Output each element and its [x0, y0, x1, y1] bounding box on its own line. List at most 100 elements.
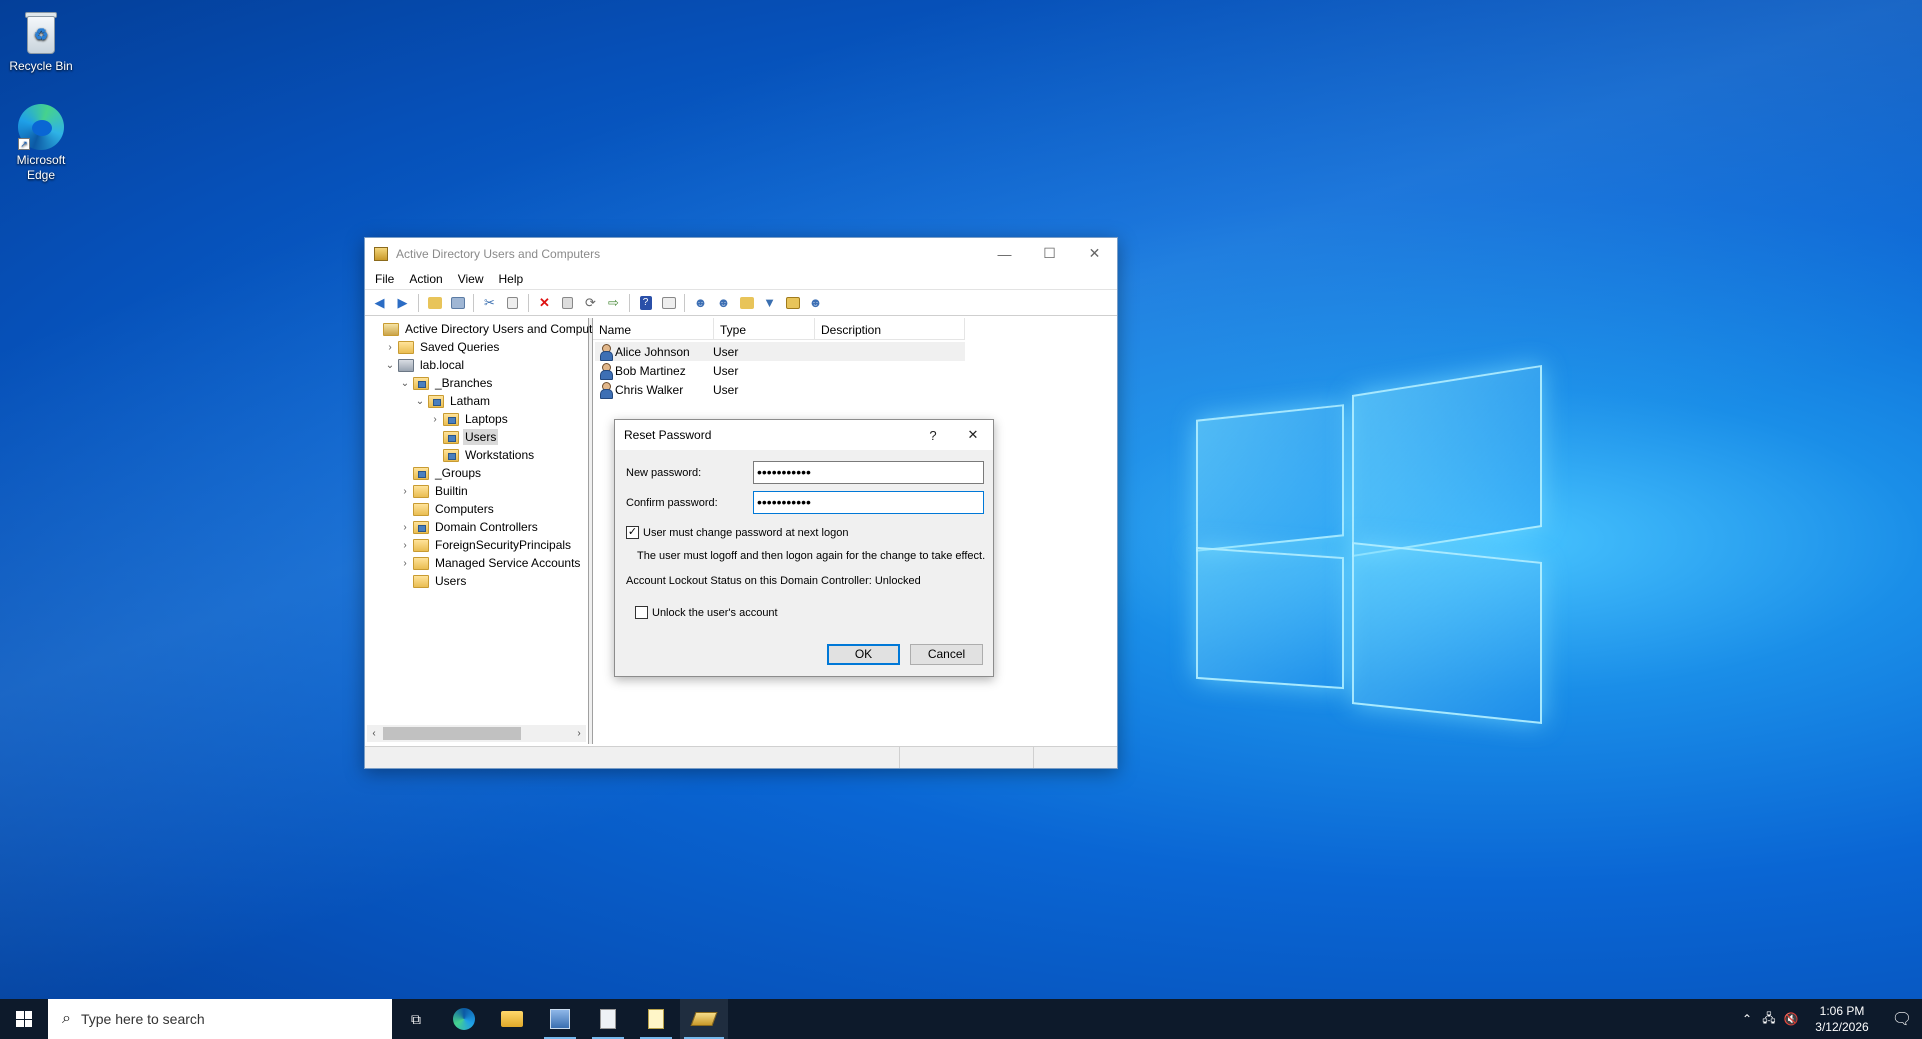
expand-chevron-icon[interactable]: ›	[399, 540, 411, 551]
properties-icon[interactable]	[557, 292, 578, 313]
minimize-button[interactable]: —	[982, 238, 1027, 269]
dialog-close-button[interactable]: ✕	[953, 427, 993, 443]
refresh-icon[interactable]: ⟳	[580, 292, 601, 313]
volume-muted-icon[interactable]: 🔇	[1780, 1012, 1802, 1026]
scroll-left-icon[interactable]: ‹	[367, 728, 381, 739]
must-change-password-checkbox[interactable]: ✓	[626, 526, 639, 539]
tree-item-label: Latham	[450, 394, 491, 408]
taskbar-server-manager[interactable]	[536, 999, 584, 1039]
taskbar-file-explorer[interactable]	[488, 999, 536, 1039]
new-password-field[interactable]: •••••••••••	[753, 461, 984, 484]
scrollbar-thumb[interactable]	[383, 727, 521, 740]
tree-item-label: Builtin	[435, 484, 468, 498]
new-user-icon[interactable]: ☻	[690, 292, 711, 313]
confirm-password-field[interactable]: •••••••••••	[753, 491, 984, 514]
maximize-button[interactable]: ☐	[1027, 238, 1072, 269]
expand-chevron-icon[interactable]: ›	[384, 342, 396, 353]
unlock-account-checkbox[interactable]	[635, 606, 648, 619]
tree-horizontal-scrollbar[interactable]: ‹ ›	[367, 725, 586, 742]
dialog-title: Reset Password	[624, 428, 712, 442]
list-item[interactable]: Bob Martinez User	[595, 361, 965, 380]
collapse-chevron-icon[interactable]: ⌄	[399, 378, 411, 389]
tree-item[interactable]: › Domain Controllers	[399, 518, 540, 536]
taskbar-document[interactable]	[632, 999, 680, 1039]
taskbar-aduc[interactable]	[680, 999, 728, 1039]
column-header-name[interactable]: Name	[593, 318, 714, 340]
tree-item[interactable]: Users	[399, 572, 468, 590]
menu-view[interactable]: View	[452, 272, 493, 286]
system-tray: ⌃ 🖧 🔇 1:06 PM 3/12/2026 🗨	[1736, 999, 1922, 1039]
desktop-icon-recycle-bin[interactable]: ♻ Recycle Bin	[1, 8, 81, 74]
up-folder-icon[interactable]	[424, 292, 445, 313]
column-header-description[interactable]: Description	[815, 318, 965, 340]
help-icon[interactable]: ?	[635, 292, 656, 313]
dialog-titlebar[interactable]: Reset Password ? ✕	[615, 420, 993, 450]
add-to-group-icon[interactable]: ☻	[805, 292, 826, 313]
list-item-name: Alice Johnson	[615, 344, 690, 359]
collapse-chevron-icon[interactable]: ⌄	[414, 396, 426, 407]
tree-item[interactable]: › Managed Service Accounts	[399, 554, 582, 572]
export-list-icon[interactable]: ⇨	[603, 292, 624, 313]
network-icon[interactable]: 🖧	[1758, 1009, 1780, 1030]
menu-file[interactable]: File	[369, 272, 403, 286]
show-hidden-icons-chevron-icon[interactable]: ⌃	[1736, 1012, 1758, 1026]
expand-chevron-icon[interactable]: ›	[399, 522, 411, 533]
unlock-account-row[interactable]: Unlock the user's account	[635, 606, 778, 619]
clock[interactable]: 1:06 PM 3/12/2026	[1802, 1003, 1882, 1035]
filter-icon[interactable]: ▼	[759, 292, 780, 313]
tree-item[interactable]: Users	[429, 428, 499, 446]
tree-item[interactable]: Workstations	[429, 446, 536, 464]
tree-item[interactable]: _Groups	[399, 464, 483, 482]
back-icon[interactable]: ◀	[369, 292, 390, 313]
action-center-icon[interactable]: 🗨	[1882, 1009, 1922, 1029]
task-view-button[interactable]: ⧉	[392, 999, 440, 1039]
list-item-name: Bob Martinez	[615, 363, 686, 378]
document-icon	[648, 1009, 664, 1029]
taskbar-edge[interactable]	[440, 999, 488, 1039]
close-button[interactable]: ✕	[1072, 238, 1117, 269]
must-change-password-row[interactable]: ✓ User must change password at next logo…	[626, 526, 848, 539]
tree-item[interactable]: › Laptops	[429, 410, 510, 428]
delete-icon[interactable]: ✕	[534, 292, 555, 313]
cut-icon[interactable]: ✂	[479, 292, 500, 313]
status-bar	[365, 746, 1117, 768]
expand-chevron-icon[interactable]: ›	[399, 486, 411, 497]
taskbar-notepad[interactable]	[584, 999, 632, 1039]
new-group-icon[interactable]: ☻	[713, 292, 734, 313]
tree-item[interactable]: Computers	[399, 500, 496, 518]
show-hide-console-tree-icon[interactable]	[447, 292, 468, 313]
start-button[interactable]	[0, 999, 48, 1039]
tree-item[interactable]: ⌄ Latham	[414, 392, 492, 410]
tree-item[interactable]: ⌄ lab.local	[384, 356, 466, 374]
copy-icon[interactable]	[502, 292, 523, 313]
cancel-button[interactable]: Cancel	[910, 644, 983, 665]
list-item[interactable]: Chris Walker User	[595, 380, 965, 399]
menu-help[interactable]: Help	[493, 272, 533, 286]
expand-chevron-icon[interactable]: ›	[429, 414, 441, 425]
taskbar-search-box[interactable]: ⌕ Type here to search	[48, 999, 392, 1039]
recycle-bin-icon: ♻	[21, 8, 61, 56]
folder-icon	[413, 538, 429, 552]
new-ou-icon[interactable]	[736, 292, 757, 313]
tree-item-label: lab.local	[420, 358, 465, 372]
ou-folder-icon	[413, 520, 429, 534]
tree-item[interactable]: Active Directory Users and Computers	[369, 320, 611, 338]
forward-icon[interactable]: ▶	[392, 292, 413, 313]
desktop-icon-microsoft-edge[interactable]: ↗ Microsoft Edge	[1, 104, 81, 183]
tree-item[interactable]: ⌄ _Branches	[399, 374, 494, 392]
tree-item[interactable]: › ForeignSecurityPrincipals	[399, 536, 573, 554]
window-titlebar[interactable]: Active Directory Users and Computers — ☐…	[365, 238, 1117, 269]
action-pane-icon[interactable]	[658, 292, 679, 313]
find-icon[interactable]	[782, 292, 803, 313]
tree-item[interactable]: › Saved Queries	[384, 338, 501, 356]
column-header-type[interactable]: Type	[714, 318, 815, 340]
list-item[interactable]: Alice Johnson User	[595, 342, 965, 361]
tree-item[interactable]: › Builtin	[399, 482, 470, 500]
scroll-right-icon[interactable]: ›	[572, 728, 586, 739]
menu-action[interactable]: Action	[403, 272, 451, 286]
list-item-name-cell: Bob Martinez	[595, 363, 713, 380]
ok-button[interactable]: OK	[827, 644, 900, 665]
dialog-help-button[interactable]: ?	[913, 428, 953, 443]
collapse-chevron-icon[interactable]: ⌄	[384, 360, 396, 371]
expand-chevron-icon[interactable]: ›	[399, 558, 411, 569]
